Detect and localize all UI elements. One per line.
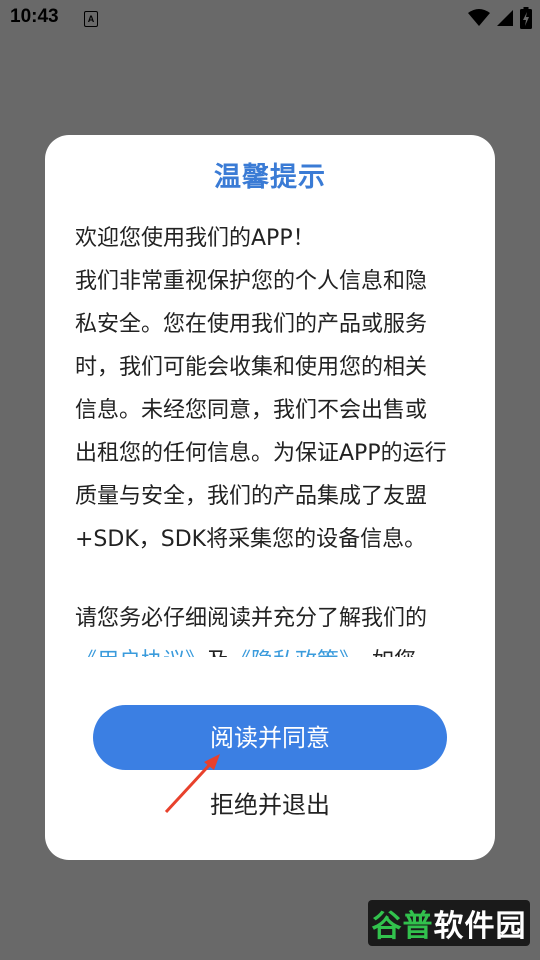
and-text: 及 bbox=[207, 649, 229, 657]
status-bar: 10:43 A bbox=[0, 0, 540, 36]
wifi-icon bbox=[468, 9, 490, 26]
accept-button[interactable]: 阅读并同意 bbox=[93, 705, 447, 770]
battery-charging-icon bbox=[520, 7, 532, 29]
body-line: 私安全。您在使用我们的产品或服务 bbox=[75, 312, 428, 337]
privacy-dialog: 温馨提示 欢迎您使用我们的APP！ 我们非常重视保护您的个人信息和隐 私安全。您… bbox=[45, 135, 495, 860]
body-line: 出租您的任何信息。为保证APP的运行 bbox=[75, 441, 447, 466]
signal-icon bbox=[497, 10, 513, 26]
body-line: 请您务必仔细阅读并充分了解我们的 bbox=[75, 606, 428, 631]
watermark-logo: 谷普 软件园 bbox=[368, 900, 530, 946]
user-agreement-link[interactable]: 《用户协议》 bbox=[75, 649, 207, 657]
body-line: 信息。未经您同意，我们不会出售或 bbox=[75, 398, 428, 423]
dialog-body[interactable]: 欢迎您使用我们的APP！ 我们非常重视保护您的个人信息和隐 私安全。您在使用我们… bbox=[75, 217, 477, 657]
privacy-policy-link[interactable]: 《隐私政策》 bbox=[229, 649, 350, 657]
body-line: 质量与安全，我们的产品集成了友盟 bbox=[75, 484, 428, 509]
watermark-part1: 谷普 bbox=[371, 909, 434, 944]
dialog-title: 温馨提示 bbox=[214, 162, 326, 193]
body-line-links: 《用户协议》及《隐私政策》，如您 bbox=[75, 640, 477, 657]
notification-a-icon: A bbox=[84, 11, 98, 27]
watermark-part2: 软件园 bbox=[433, 909, 527, 944]
body-line: 时，我们可能会收集和使用您的相关 bbox=[75, 355, 428, 380]
tail-text: ，如您 bbox=[350, 649, 416, 657]
status-time: 10:43 bbox=[10, 6, 59, 27]
reject-button[interactable]: 拒绝并退出 bbox=[45, 783, 495, 827]
body-line: +SDK，SDK将采集您的设备信息。 bbox=[75, 527, 427, 552]
status-icons bbox=[468, 6, 532, 30]
body-line: 欢迎您使用我们的APP！ bbox=[75, 226, 315, 251]
body-line: 我们非常重视保护您的个人信息和隐 bbox=[75, 269, 428, 294]
